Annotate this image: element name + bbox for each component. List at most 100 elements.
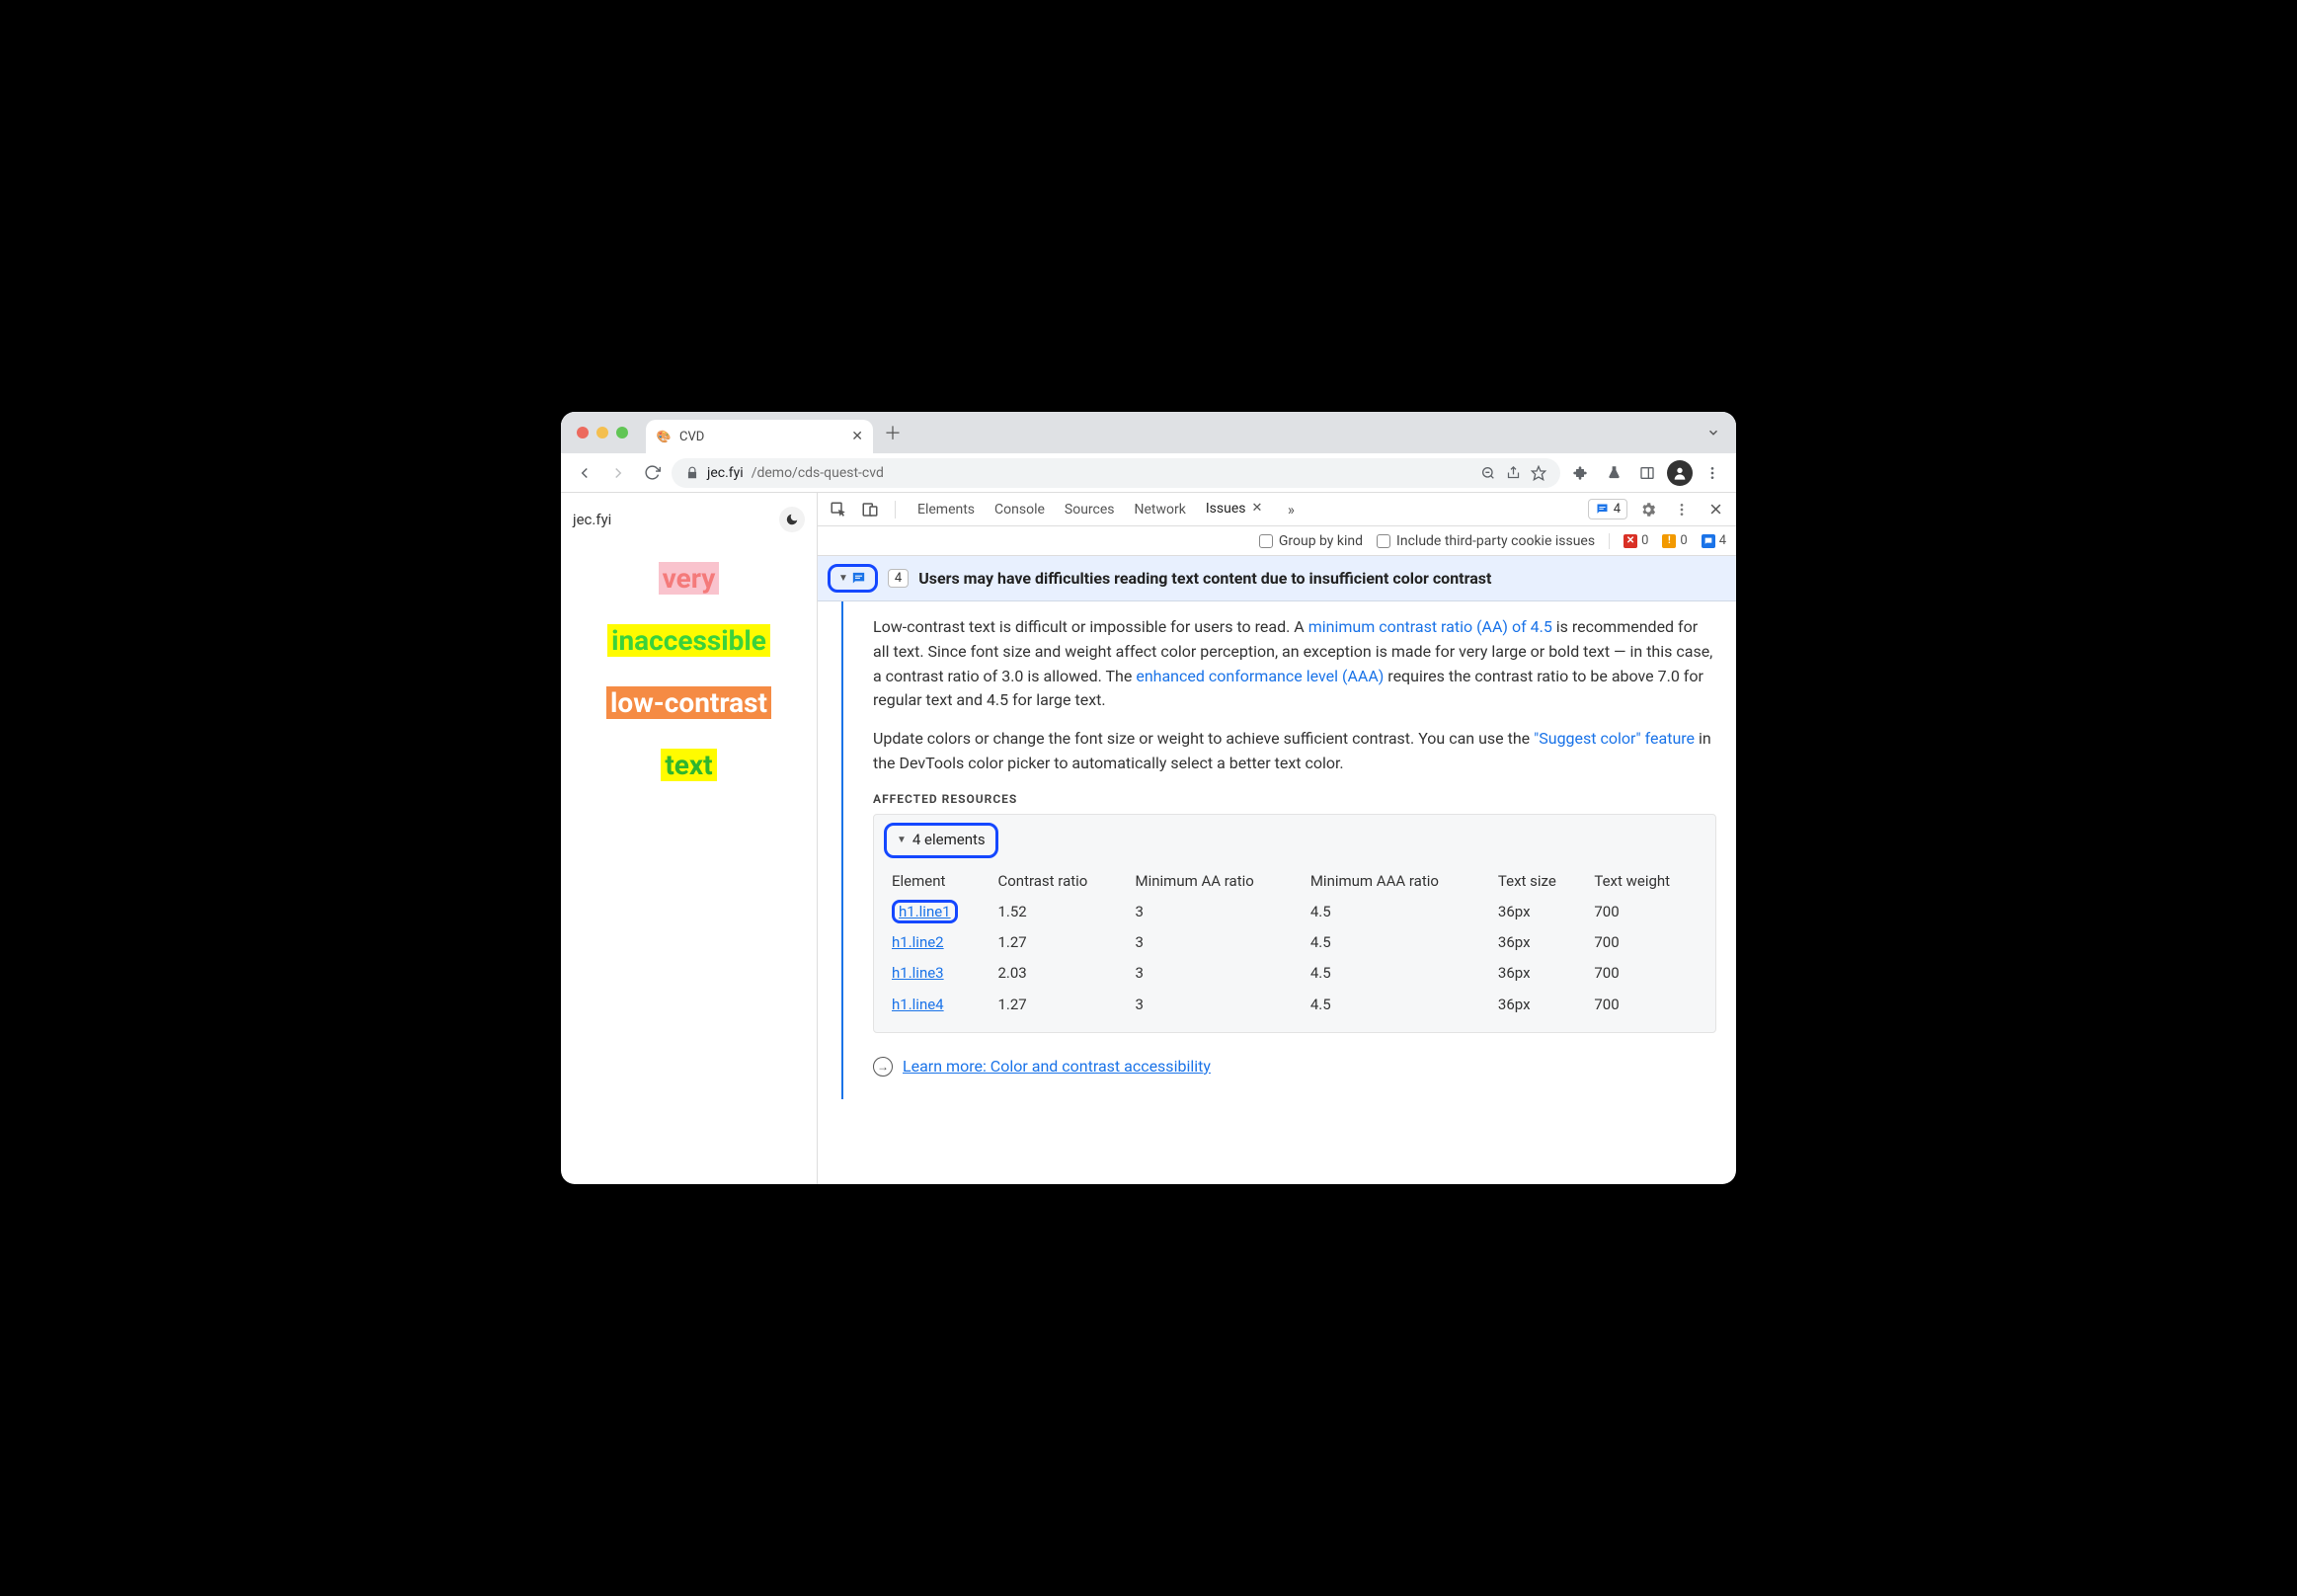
issue-description-2: Update colors or change the font size or… bbox=[873, 727, 1716, 776]
maximize-window-button[interactable] bbox=[616, 427, 628, 439]
error-counter: ✕0 bbox=[1624, 533, 1648, 548]
devtools-tab-sources[interactable]: Sources bbox=[1055, 493, 1125, 526]
issue-content: Low-contrast text is difficult or imposs… bbox=[867, 601, 1736, 1099]
contrast-aa-link[interactable]: minimum contrast ratio (AA) of 4.5 bbox=[1308, 617, 1552, 636]
contrast-aaa-link[interactable]: enhanced conformance level (AAA) bbox=[1136, 667, 1384, 685]
table-cell: 700 bbox=[1586, 897, 1705, 927]
table-cell: 36px bbox=[1490, 897, 1586, 927]
element-link[interactable]: h1.line2 bbox=[892, 933, 944, 951]
new-tab-button[interactable]: ＋ bbox=[879, 419, 907, 446]
arrow-right-icon: → bbox=[873, 1057, 893, 1077]
table-row: h1.line2 1.2734.536px700 bbox=[884, 927, 1705, 958]
url-domain: jec.fyi bbox=[707, 465, 744, 481]
close-devtools-icon[interactable] bbox=[1703, 497, 1728, 522]
bookmark-icon[interactable] bbox=[1531, 465, 1546, 481]
table-cell: 700 bbox=[1586, 958, 1705, 989]
issue-title: Users may have difficulties reading text… bbox=[918, 569, 1491, 588]
table-cell: 1.27 bbox=[990, 990, 1127, 1020]
devtools-menu-icon[interactable] bbox=[1669, 497, 1695, 522]
table-cell: 1.52 bbox=[990, 897, 1127, 927]
settings-icon[interactable] bbox=[1635, 497, 1661, 522]
table-header: Text size bbox=[1490, 866, 1586, 897]
minimize-window-button[interactable] bbox=[596, 427, 608, 439]
resources-toggle[interactable]: ▼ 4 elements bbox=[884, 823, 998, 857]
affected-resources-label: AFFECTED RESOURCES bbox=[873, 790, 1716, 809]
table-cell: 36px bbox=[1490, 990, 1586, 1020]
tab-strip: 🎨 CVD ✕ ＋ bbox=[561, 412, 1736, 453]
devtools-tab-network[interactable]: Network bbox=[1125, 493, 1196, 526]
table-cell: 3 bbox=[1128, 958, 1303, 989]
reload-button[interactable] bbox=[638, 459, 666, 487]
learn-more-row[interactable]: → Learn more: Color and contrast accessi… bbox=[873, 1055, 1716, 1079]
inspect-icon[interactable] bbox=[826, 497, 851, 522]
demo-word: low-contrast bbox=[606, 686, 771, 719]
table-cell: 1.27 bbox=[990, 927, 1127, 958]
table-cell: 4.5 bbox=[1303, 897, 1490, 927]
table-cell: 3 bbox=[1128, 927, 1303, 958]
tab-title: CVD bbox=[679, 430, 704, 444]
browser-tab[interactable]: 🎨 CVD ✕ bbox=[646, 420, 873, 453]
table-cell: 36px bbox=[1490, 958, 1586, 989]
demo-word: inaccessible bbox=[607, 624, 770, 657]
devtools-tab-console[interactable]: Console bbox=[985, 493, 1055, 526]
table-cell: 700 bbox=[1586, 927, 1705, 958]
warning-counter: !0 bbox=[1662, 533, 1687, 548]
issue-timeline bbox=[818, 601, 867, 1099]
chrome-menu-icon[interactable] bbox=[1699, 459, 1726, 487]
element-link[interactable]: h1.line3 bbox=[892, 964, 944, 982]
element-link[interactable]: h1.line1 bbox=[892, 900, 958, 923]
page-pane: jec.fyi veryinaccessiblelow-contrasttext bbox=[561, 493, 818, 1184]
issue-body: Low-contrast text is difficult or imposs… bbox=[818, 601, 1736, 1099]
window-controls bbox=[577, 427, 628, 439]
lock-icon bbox=[685, 466, 699, 480]
zoom-icon[interactable] bbox=[1480, 465, 1496, 481]
content-area: jec.fyi veryinaccessiblelow-contrasttext… bbox=[561, 493, 1736, 1184]
issue-header[interactable]: ▼ 4 Users may have difficulties reading … bbox=[818, 556, 1736, 601]
close-window-button[interactable] bbox=[577, 427, 589, 439]
devtools-tab-elements[interactable]: Elements bbox=[908, 493, 985, 526]
issues-badge[interactable]: 4 bbox=[1588, 499, 1627, 519]
chevron-down-icon[interactable]: ▼ bbox=[838, 573, 848, 584]
url-path: /demo/cds-quest-cvd bbox=[752, 465, 884, 481]
table-header: Minimum AAA ratio bbox=[1303, 866, 1490, 897]
labs-icon[interactable] bbox=[1600, 459, 1627, 487]
issue-count-chip: 4 bbox=[888, 569, 909, 588]
table-cell: 4.5 bbox=[1303, 927, 1490, 958]
issues-badge-count: 4 bbox=[1614, 502, 1621, 517]
group-by-kind-checkbox[interactable]: Group by kind bbox=[1259, 533, 1363, 549]
page-site-title: jec.fyi bbox=[573, 511, 611, 528]
theme-toggle-icon[interactable] bbox=[779, 507, 805, 532]
back-button[interactable] bbox=[571, 459, 598, 487]
devtools-tab-issues[interactable]: Issues✕ bbox=[1196, 493, 1273, 526]
table-cell: 2.03 bbox=[990, 958, 1127, 989]
extensions-icon[interactable] bbox=[1566, 459, 1594, 487]
browser-toolbar: jec.fyi/demo/cds-quest-cvd bbox=[561, 453, 1736, 493]
table-cell: 3 bbox=[1128, 990, 1303, 1020]
profile-avatar[interactable] bbox=[1667, 460, 1693, 486]
table-cell: 36px bbox=[1490, 927, 1586, 958]
info-counter: 4 bbox=[1702, 533, 1726, 548]
issues-filter-row: Group by kind Include third-party cookie… bbox=[818, 526, 1736, 556]
side-panel-icon[interactable] bbox=[1633, 459, 1661, 487]
devtools-tabbar: ElementsConsoleSourcesNetworkIssues✕ » 4 bbox=[818, 493, 1736, 526]
tab-close-icon[interactable]: ✕ bbox=[851, 429, 863, 444]
table-header: Element bbox=[884, 866, 990, 897]
more-tabs-icon[interactable]: » bbox=[1278, 497, 1304, 522]
close-panel-icon[interactable]: ✕ bbox=[1252, 501, 1263, 516]
table-header: Minimum AA ratio bbox=[1128, 866, 1303, 897]
table-cell: 3 bbox=[1128, 897, 1303, 927]
table-header: Text weight bbox=[1586, 866, 1705, 897]
element-link[interactable]: h1.line4 bbox=[892, 996, 944, 1013]
tabs-dropdown-icon[interactable] bbox=[1706, 426, 1720, 439]
third-party-checkbox[interactable]: Include third-party cookie issues bbox=[1377, 533, 1595, 549]
learn-more-link[interactable]: Learn more: Color and contrast accessibi… bbox=[903, 1055, 1211, 1079]
device-toggle-icon[interactable] bbox=[857, 497, 883, 522]
forward-button[interactable] bbox=[604, 459, 632, 487]
address-bar[interactable]: jec.fyi/demo/cds-quest-cvd bbox=[672, 458, 1560, 488]
message-icon bbox=[1595, 502, 1610, 517]
demo-word: very bbox=[659, 562, 720, 595]
share-icon[interactable] bbox=[1506, 465, 1521, 481]
table-cell: 4.5 bbox=[1303, 990, 1490, 1020]
browser-window: 🎨 CVD ✕ ＋ jec.fyi/demo/cds-quest-cvd bbox=[561, 412, 1736, 1184]
suggest-color-link[interactable]: "Suggest color" feature bbox=[1534, 729, 1695, 748]
